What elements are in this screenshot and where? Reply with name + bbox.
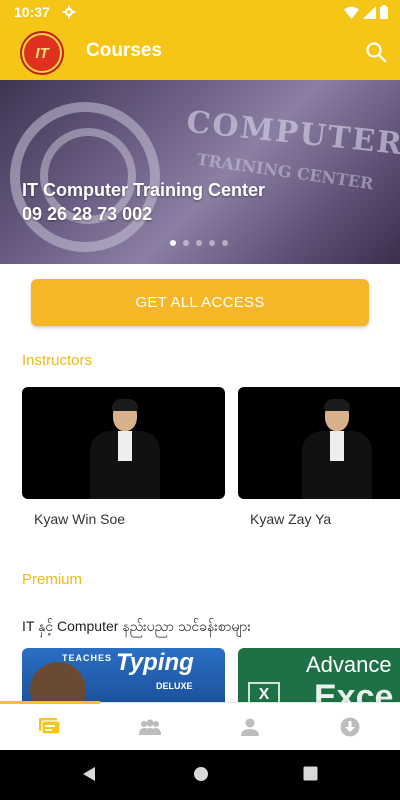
search-icon[interactable] (364, 40, 388, 64)
page-title: Courses (86, 40, 163, 61)
carousel-dot-active[interactable] (170, 240, 176, 246)
get-all-access-button[interactable]: GET ALL ACCESS (31, 279, 369, 326)
section-title-premium: Premium (22, 571, 83, 588)
course-thumbnail-face (30, 662, 86, 702)
system-navigation-bar (0, 750, 400, 800)
course-thumb-sub: DELUXE (156, 681, 193, 691)
carousel-dot[interactable] (183, 240, 189, 246)
course-thumb-title: Typing (116, 649, 194, 676)
recents-icon[interactable] (303, 766, 318, 781)
carousel-dot[interactable] (222, 240, 228, 246)
course-thumb-title: Advance (306, 652, 392, 677)
course-card[interactable]: Advance X Exce (238, 648, 400, 702)
course-category-heading: IT နှင့် Computer နည်းပညာ သင်ခန်းစာများ (22, 618, 251, 634)
bottom-navigation (0, 701, 400, 751)
status-time: 10:37 (14, 4, 50, 20)
wifi-icon (344, 6, 359, 19)
nav-item-instructors[interactable] (100, 703, 200, 751)
instructor-card[interactable]: Kyaw Zay Ya (238, 387, 400, 527)
course-thumb-small-text: TEACHES (62, 653, 113, 663)
signal-icon (363, 5, 376, 19)
nav-item-courses[interactable] (0, 703, 100, 751)
nav-item-downloads[interactable] (300, 703, 400, 751)
banner-title: IT Computer Training Center (22, 180, 266, 200)
instructor-photo (22, 387, 225, 499)
carousel-dot[interactable] (196, 240, 202, 246)
instructor-photo (238, 387, 400, 499)
nav-item-profile[interactable] (200, 703, 300, 751)
courses-icon (39, 718, 61, 735)
instructors-carousel[interactable]: Kyaw Win Soe Kyaw Zay Ya (22, 387, 400, 532)
people-icon (139, 719, 161, 735)
carousel-dots (170, 240, 228, 246)
app-bar: IT Courses (0, 24, 400, 80)
back-icon[interactable] (82, 766, 96, 782)
instructor-name: Kyaw Zay Ya (250, 511, 332, 527)
banner-phone: 09 26 28 73 002 (22, 204, 153, 224)
instructor-card[interactable]: Kyaw Win Soe (22, 387, 225, 527)
course-thumb-word: Exce (314, 678, 394, 702)
app-logo: IT (22, 33, 62, 73)
instructor-name: Kyaw Win Soe (34, 511, 126, 527)
premium-courses-carousel[interactable]: TEACHES Typing DELUXE Advance X Exce (22, 648, 400, 702)
settings-icon (62, 5, 76, 19)
course-card[interactable]: TEACHES Typing DELUXE (22, 648, 225, 702)
download-icon (340, 717, 360, 737)
carousel-dot[interactable] (209, 240, 215, 246)
status-indicators (344, 5, 388, 19)
home-icon[interactable] (193, 766, 209, 782)
profile-icon (241, 718, 259, 736)
status-bar: 10:37 (0, 0, 400, 24)
section-title-instructors: Instructors (22, 352, 93, 369)
excel-icon: X (248, 682, 280, 702)
banner-carousel[interactable]: COMPUTER TRAINING CENTER IT Computer Tra… (0, 80, 400, 264)
battery-icon (380, 5, 388, 19)
